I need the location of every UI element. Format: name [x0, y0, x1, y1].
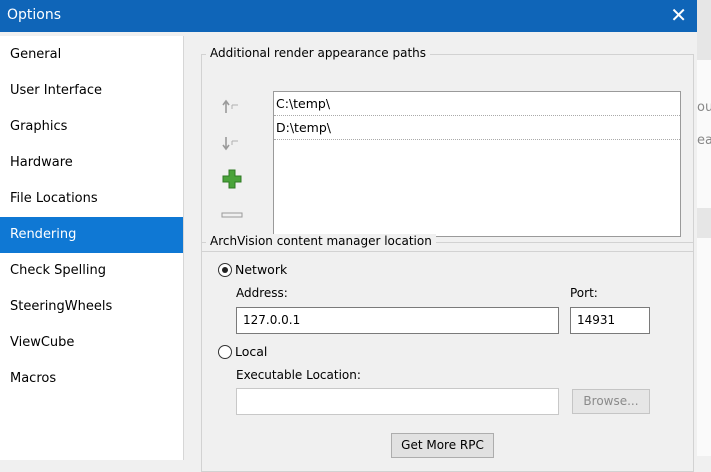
- sidebar-item-steeringwheels[interactable]: SteeringWheels: [0, 289, 183, 325]
- sidebar-item-graphics[interactable]: Graphics: [0, 109, 183, 145]
- archvision-legend: ArchVision content manager location: [206, 234, 436, 248]
- sidebar-item-user-interface[interactable]: User Interface: [0, 73, 183, 109]
- archvision-group: ArchVision content manager location Netw…: [201, 234, 694, 472]
- title-bar: Options ✕: [0, 0, 697, 32]
- move-up-icon[interactable]: [220, 97, 242, 119]
- list-item[interactable]: C:\temp\: [274, 92, 680, 116]
- options-dialog: General User Interface Graphics Hardware…: [0, 32, 697, 472]
- sidebar-item-macros[interactable]: Macros: [0, 361, 183, 397]
- options-sidebar: General User Interface Graphics Hardware…: [0, 36, 184, 460]
- browse-button[interactable]: Browse...: [572, 389, 650, 414]
- background-text-1: ou: [697, 100, 711, 115]
- render-paths-list[interactable]: C:\temp\ D:\temp\: [273, 91, 681, 237]
- local-radio-button[interactable]: [218, 344, 232, 359]
- local-radio[interactable]: Local: [218, 344, 267, 359]
- sidebar-item-check-spelling[interactable]: Check Spelling: [0, 253, 183, 289]
- sidebar-item-viewcube[interactable]: ViewCube: [0, 325, 183, 361]
- network-radio-button[interactable]: [218, 262, 232, 277]
- network-radio[interactable]: Network: [218, 262, 287, 277]
- add-icon[interactable]: [221, 169, 243, 191]
- address-label: Address:: [236, 286, 288, 300]
- port-label: Port:: [570, 286, 598, 300]
- render-paths-legend: Additional render appearance paths: [206, 46, 431, 60]
- sidebar-item-rendering[interactable]: Rendering: [0, 217, 183, 253]
- address-field[interactable]: 127.0.0.1: [236, 307, 559, 334]
- port-field[interactable]: 14931: [570, 307, 650, 334]
- background-window: ou ea: [697, 0, 711, 456]
- network-label: Network: [235, 262, 288, 277]
- sidebar-item-general[interactable]: General: [0, 37, 183, 73]
- list-item[interactable]: D:\temp\: [274, 116, 680, 140]
- render-paths-group: Additional render appearance paths C:\te…: [201, 46, 694, 252]
- move-down-icon[interactable]: [220, 133, 242, 155]
- sidebar-item-hardware[interactable]: Hardware: [0, 145, 183, 181]
- executable-location-field[interactable]: [236, 388, 559, 415]
- close-icon[interactable]: ✕: [670, 3, 687, 27]
- background-text-2: ea: [697, 133, 711, 148]
- window-title: Options: [7, 7, 62, 23]
- executable-location-label: Executable Location:: [236, 368, 361, 382]
- remove-icon[interactable]: [221, 205, 243, 227]
- sidebar-item-file-locations[interactable]: File Locations: [0, 181, 183, 217]
- local-label: Local: [235, 344, 268, 359]
- background-panel-2: [697, 208, 711, 238]
- rendering-panel: Additional render appearance paths C:\te…: [184, 32, 697, 472]
- get-more-rpc-button[interactable]: Get More RPC: [391, 433, 494, 458]
- background-panel: [697, 0, 711, 60]
